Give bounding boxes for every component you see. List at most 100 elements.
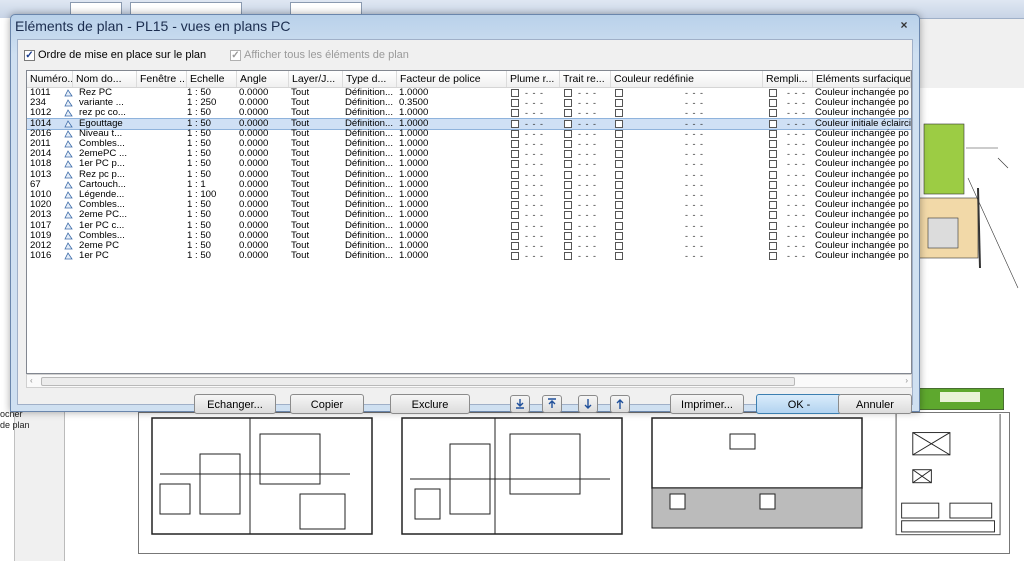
row-checkbox[interactable] <box>564 242 572 250</box>
table-row[interactable]: 1019 Combles... 1 : 50 0.0000 Tout Définition… <box>27 231 911 241</box>
imprimer-button[interactable]: Imprimer... <box>670 394 744 414</box>
row-checkbox[interactable] <box>615 211 623 220</box>
plan-elements-table[interactable]: Numéro... Nom do... Fenêtre ... Echelle Angl… <box>26 70 912 374</box>
table-row[interactable]: 1010 Légende... 1 : 100 0.0000 Tout Définitio… <box>27 190 911 200</box>
row-checkbox[interactable] <box>511 201 519 210</box>
row-checkbox[interactable] <box>511 99 519 108</box>
row-checkbox[interactable] <box>564 170 572 179</box>
row-checkbox[interactable] <box>511 140 519 148</box>
row-checkbox[interactable] <box>615 201 623 210</box>
row-checkbox[interactable] <box>769 140 777 148</box>
row-checkbox[interactable] <box>615 129 623 138</box>
scroll-left-icon[interactable]: ‹ <box>30 376 33 385</box>
table-row[interactable]: 2014 2emePC ... 1 : 50 0.0000 Tout Définition… <box>27 149 911 159</box>
row-checkbox[interactable] <box>769 119 777 128</box>
row-checkbox[interactable] <box>769 242 777 250</box>
row-checkbox[interactable] <box>769 191 777 199</box>
row-checkbox[interactable] <box>511 119 519 128</box>
row-checkbox[interactable] <box>564 211 572 220</box>
row-checkbox[interactable] <box>511 221 519 230</box>
row-checkbox[interactable] <box>564 191 572 199</box>
table-row[interactable]: 1013 Rez pc p... 1 : 50 0.0000 Tout Définitio… <box>27 170 911 180</box>
dialog-titlebar[interactable]: Eléments de plan - PL15 - vues en plans … <box>11 15 919 37</box>
row-checkbox[interactable] <box>511 180 519 189</box>
row-checkbox[interactable] <box>769 221 777 230</box>
table-row[interactable]: 1011 Rez PC 1 : 50 0.0000 Tout Définition... 1… <box>27 88 911 98</box>
table-row[interactable]: 1020 Combles... 1 : 50 0.0000 Tout Définition… <box>27 200 911 210</box>
table-row[interactable]: 1017 1er PC c... 1 : 50 0.0000 Tout Définitio… <box>27 221 911 231</box>
column-header[interactable]: Layer/J... <box>289 71 343 87</box>
row-checkbox[interactable] <box>615 180 623 189</box>
row-checkbox[interactable] <box>564 99 572 108</box>
column-header[interactable]: Angle <box>237 71 289 87</box>
row-checkbox[interactable] <box>615 150 623 159</box>
row-checkbox[interactable] <box>615 160 623 169</box>
row-checkbox[interactable] <box>769 201 777 210</box>
row-checkbox[interactable] <box>769 129 777 138</box>
row-checkbox[interactable] <box>769 211 777 220</box>
row-checkbox[interactable] <box>769 231 777 240</box>
row-checkbox[interactable] <box>564 119 572 128</box>
echanger-button[interactable]: Echanger... <box>194 394 276 414</box>
column-header[interactable]: Type d... <box>343 71 397 87</box>
scroll-right-icon[interactable]: › <box>905 376 908 385</box>
annuler-button[interactable]: Annuler <box>838 394 912 414</box>
row-checkbox[interactable] <box>564 129 572 138</box>
table-row[interactable]: 2016 Niveau t... 1 : 50 0.0000 Tout Définitio… <box>27 129 911 139</box>
close-button[interactable]: × <box>897 18 911 32</box>
row-checkbox[interactable] <box>511 252 519 261</box>
row-checkbox[interactable] <box>615 242 623 250</box>
row-checkbox[interactable] <box>564 109 572 118</box>
row-checkbox[interactable] <box>564 89 572 97</box>
column-header[interactable]: Facteur de police <box>397 71 507 87</box>
horizontal-scrollbar[interactable]: ‹ › <box>26 374 912 388</box>
row-checkbox[interactable] <box>564 180 572 189</box>
row-checkbox[interactable] <box>615 191 623 199</box>
column-header[interactable]: Eléments surfaciques <box>813 71 911 87</box>
table-row[interactable]: 1018 1er PC p... 1 : 50 0.0000 Tout Définitio… <box>27 159 911 169</box>
table-row[interactable]: 2011 Combles... 1 : 50 0.0000 Tout Définition… <box>27 139 911 149</box>
row-checkbox[interactable] <box>564 221 572 230</box>
row-checkbox[interactable] <box>615 221 623 230</box>
exclure-button[interactable]: Exclure <box>390 394 470 414</box>
order-checkbox[interactable]: ✓ Ordre de mise en place sur le plan <box>24 48 206 62</box>
column-header[interactable]: Echelle <box>187 71 237 87</box>
column-header[interactable]: Trait re... <box>560 71 611 87</box>
row-checkbox[interactable] <box>615 140 623 148</box>
row-checkbox[interactable] <box>769 89 777 97</box>
row-checkbox[interactable] <box>615 252 623 261</box>
row-checkbox[interactable] <box>511 211 519 220</box>
row-checkbox[interactable] <box>564 252 572 261</box>
move-up-button[interactable] <box>610 395 630 413</box>
row-checkbox[interactable] <box>615 89 623 97</box>
row-checkbox[interactable] <box>511 242 519 250</box>
row-checkbox[interactable] <box>769 160 777 169</box>
row-checkbox[interactable] <box>511 170 519 179</box>
row-checkbox[interactable] <box>511 109 519 118</box>
table-row[interactable]: 2012 2eme PC 1 : 50 0.0000 Tout Définition...… <box>27 241 911 251</box>
move-top-button[interactable] <box>542 395 562 413</box>
row-checkbox[interactable] <box>615 99 623 108</box>
row-checkbox[interactable] <box>769 109 777 118</box>
column-header[interactable]: Rempli... <box>763 71 813 87</box>
table-row[interactable]: 1016 1er PC 1 : 50 0.0000 Tout Définition... 1… <box>27 251 911 261</box>
row-checkbox[interactable] <box>615 109 623 118</box>
row-checkbox[interactable] <box>511 191 519 199</box>
row-checkbox[interactable] <box>769 170 777 179</box>
table-row[interactable]: 234 variante ... 1 : 250 0.0000 Tout Définiti… <box>27 98 911 108</box>
ok-button[interactable]: OK - <box>756 394 842 414</box>
move-down-button[interactable] <box>578 395 598 413</box>
row-checkbox[interactable] <box>564 160 572 169</box>
table-row[interactable]: 1012 rez pc co... 1 : 50 0.0000 Tout Définiti… <box>27 108 911 118</box>
copier-button[interactable]: Copier <box>290 394 364 414</box>
column-header[interactable]: Numéro... <box>27 71 73 87</box>
table-row[interactable]: 67 Cartouch... 1 : 1 0.0000 Tout Définition..… <box>27 180 911 190</box>
row-checkbox[interactable] <box>564 201 572 210</box>
row-checkbox[interactable] <box>511 89 519 97</box>
move-bottom-button[interactable] <box>510 395 530 413</box>
column-header[interactable]: Nom do... <box>73 71 137 87</box>
table-row[interactable]: 1014 Egouttage 1 : 50 0.0000 Tout Définition.… <box>27 117 911 130</box>
row-checkbox[interactable] <box>615 170 623 179</box>
checkbox-checked-icon[interactable]: ✓ <box>24 49 35 61</box>
row-checkbox[interactable] <box>564 140 572 148</box>
